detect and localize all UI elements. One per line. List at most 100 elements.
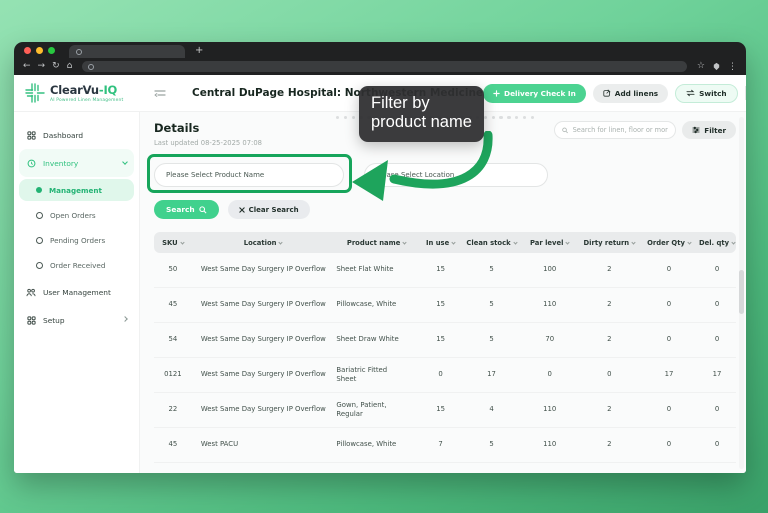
sidebar-item-user-management[interactable]: User Management xyxy=(14,278,139,306)
table-cell: 5 xyxy=(489,440,494,449)
column-header-label: Product name xyxy=(346,238,401,247)
switch-button[interactable]: Switch xyxy=(675,83,738,103)
sort-chevron-icon xyxy=(631,239,636,245)
sidebar-item-pending-orders[interactable]: Pending Orders xyxy=(14,228,139,253)
product-name-select-input[interactable] xyxy=(154,163,344,187)
site-info-icon[interactable] xyxy=(88,63,95,70)
edit-square-icon xyxy=(603,89,611,97)
column-header-label: Clean stock xyxy=(466,238,511,247)
filter-label: Filter xyxy=(704,125,726,135)
setup-icon xyxy=(26,315,36,325)
forward-icon[interactable]: → xyxy=(38,62,46,71)
carousel-dot xyxy=(522,116,527,120)
browser-window: + ← → ↻ ⌂ ☆ ⋮ ClearVu-IQ AI Powered Line… xyxy=(14,42,746,473)
table-cell: 70 xyxy=(545,335,555,344)
search-button[interactable]: Search xyxy=(154,200,219,219)
column-header-del-qty[interactable]: Del. qty xyxy=(698,239,736,247)
column-header-in-use[interactable]: In use xyxy=(419,239,463,247)
sidebar-item-management[interactable]: Management xyxy=(19,179,134,201)
home-icon[interactable]: ⌂ xyxy=(67,62,73,71)
address-bar[interactable] xyxy=(82,61,687,72)
sidebar-label: Inventory xyxy=(43,158,79,168)
reload-icon[interactable]: ↻ xyxy=(52,62,60,71)
sidebar-collapse-icon[interactable] xyxy=(154,88,166,98)
filter-button[interactable]: Filter xyxy=(682,121,736,139)
column-header-label: In use xyxy=(425,238,450,247)
sidebar-item-order-received[interactable]: Order Received xyxy=(14,253,139,278)
browser-tab[interactable] xyxy=(69,45,185,58)
new-tab-button[interactable]: + xyxy=(195,46,203,56)
extension-pin-icon[interactable] xyxy=(712,62,721,71)
column-header-sku[interactable]: SKU xyxy=(154,239,192,247)
inventory-expand-chevron-icon xyxy=(122,159,128,165)
column-header-clean-stock[interactable]: Clean stock xyxy=(462,239,520,247)
delivery-check-in-label: Delivery Check In xyxy=(504,88,576,98)
table-row: 0121 West Same Day Surgery IP Overflow Bar… xyxy=(154,358,736,393)
table-header-row: SKU Location Product name In use Clean stock… xyxy=(154,232,736,253)
table-cell: 15 xyxy=(436,300,445,309)
column-header-dirty-return[interactable]: Dirty return xyxy=(579,239,640,247)
tooltip-line-1: Filter by xyxy=(371,94,430,112)
clear-search-label: Clear Search xyxy=(248,205,299,214)
maximize-window-button[interactable] xyxy=(48,46,55,54)
carousel-dot xyxy=(514,116,519,120)
app-viewport: ClearVu-IQ AI Powered Linen Management C… xyxy=(14,75,746,473)
table-search-input[interactable] xyxy=(572,126,669,134)
add-linens-button[interactable]: Add linens xyxy=(592,83,669,103)
table-cell: 7 xyxy=(438,440,443,449)
tooltip-arrow-icon xyxy=(352,131,493,201)
table-row: 45 West Same Day Surgery IP Overflow Pillo… xyxy=(154,288,736,323)
table-cell: 0 xyxy=(666,440,672,449)
table-cell: 5 xyxy=(489,335,494,344)
minimize-window-button[interactable] xyxy=(36,46,43,54)
column-header-location[interactable]: Location xyxy=(192,239,335,247)
carousel-dot xyxy=(351,116,355,120)
search-button-label: Search xyxy=(166,205,195,214)
window-controls xyxy=(24,42,55,58)
sidebar-label: Setup xyxy=(43,315,65,325)
table-cell: 4 xyxy=(489,405,494,414)
inventory-table: SKU Location Product name In use Clean stock… xyxy=(154,232,736,473)
sidebar-item-inventory[interactable]: Inventory xyxy=(19,149,134,177)
table-cell: 0 xyxy=(438,370,443,379)
table-cell: 5 xyxy=(489,265,494,274)
table-cell: 0 xyxy=(714,405,720,414)
carousel-dot xyxy=(499,116,503,120)
carousel-dot xyxy=(343,116,348,120)
back-icon[interactable]: ← xyxy=(23,62,31,71)
column-header-label: Par level xyxy=(529,238,564,247)
column-header-product-name[interactable]: Product name xyxy=(334,239,418,247)
sidebar-item-dashboard[interactable]: Dashboard xyxy=(14,121,139,149)
table-cell: 110 xyxy=(543,405,557,414)
scrollbar-thumb[interactable] xyxy=(739,270,744,314)
dashboard-icon xyxy=(26,130,36,140)
sidebar-item-open-orders[interactable]: Open Orders xyxy=(14,203,139,228)
users-icon xyxy=(26,288,36,297)
filter-sliders-icon xyxy=(692,126,700,134)
column-header-label: SKU xyxy=(162,238,178,247)
table-cell: 0 xyxy=(666,300,672,309)
close-window-button[interactable] xyxy=(24,46,31,54)
delivery-check-in-button[interactable]: Delivery Check In xyxy=(483,83,586,103)
header-divider xyxy=(744,86,746,100)
clear-search-button[interactable]: Clear Search xyxy=(227,200,310,219)
table-cell: 22 xyxy=(168,405,178,414)
column-header-order-qty[interactable]: Order Qty xyxy=(640,239,698,247)
table-tools: Filter xyxy=(554,121,736,139)
brand-text: ClearVu-IQ AI Powered Linen Management xyxy=(50,83,123,103)
active-dot-icon xyxy=(36,187,42,193)
browser-menu-icon[interactable]: ⋮ xyxy=(728,62,737,72)
inventory-icon xyxy=(26,159,36,168)
sort-chevron-icon xyxy=(687,239,692,245)
table-cell: Gown, Patient, Regular xyxy=(336,400,387,418)
table-cell: West PACU xyxy=(200,440,239,449)
column-header-label: Order Qty xyxy=(647,238,685,247)
switch-arrows-icon xyxy=(686,89,695,97)
table-cell: 15 xyxy=(436,335,445,344)
column-header-par-level[interactable]: Par level xyxy=(521,239,579,247)
sidebar-item-setup[interactable]: Setup xyxy=(14,306,139,334)
bookmark-star-icon[interactable]: ☆ xyxy=(697,62,705,71)
brand-logo[interactable]: ClearVu-IQ AI Powered Linen Management xyxy=(14,83,152,103)
table-row: 50 West Same Day Surgery IP Overflow Sheet… xyxy=(154,253,736,288)
table-cell: 2 xyxy=(607,300,612,309)
